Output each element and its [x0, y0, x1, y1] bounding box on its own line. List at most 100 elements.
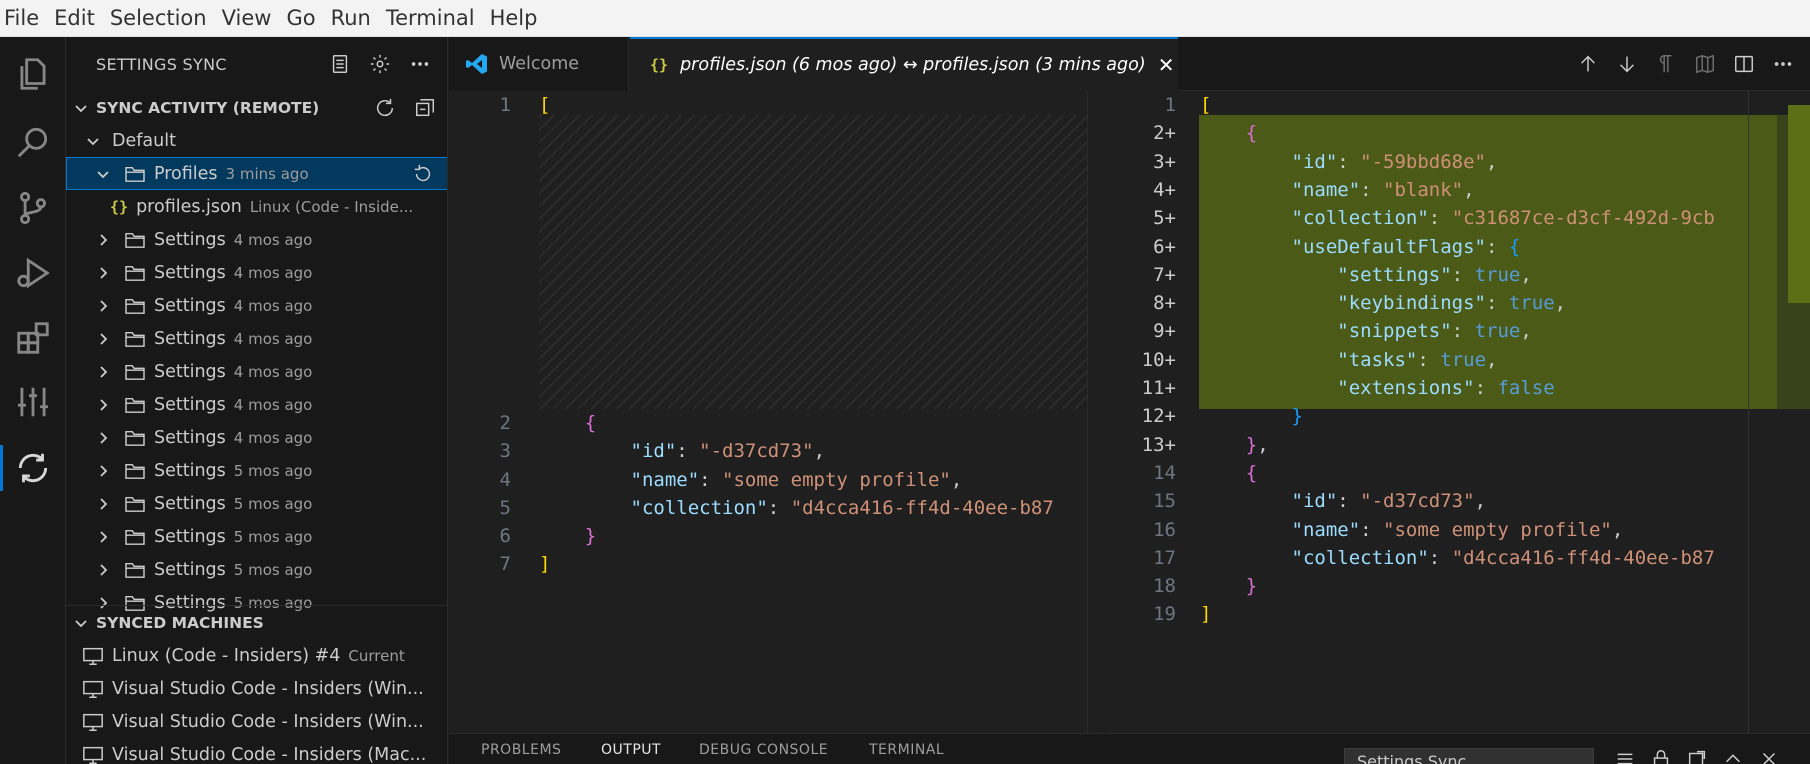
synced-machine-item[interactable]: Visual Studio Code - Insiders (Win...	[66, 672, 447, 705]
output-channel-select[interactable]: Settings Sync	[1344, 748, 1594, 764]
code-token: ,	[1611, 519, 1624, 541]
search-icon[interactable]	[0, 109, 66, 175]
synced-machine-item[interactable]: Visual Studio Code - Insiders (Win...	[66, 705, 447, 738]
folder-icon	[124, 495, 146, 513]
restore-icon[interactable]	[410, 161, 436, 187]
tree-item-time: 4 mos ago	[233, 395, 313, 414]
tree-item-settings[interactable]: Settings 4 mos ago	[66, 223, 447, 256]
source-control-icon[interactable]	[0, 175, 66, 241]
run-debug-icon[interactable]	[0, 240, 66, 306]
diff-original-editor[interactable]: 1 2 3 4 5 6 7 [ { "id": "-d37cd73", "name": "s…	[449, 91, 1089, 733]
tree-item-desc: Linux (Code - Inside...	[249, 197, 414, 216]
synced-machines-section-header[interactable]: SYNCED MACHINES	[66, 606, 447, 639]
code-token: :	[1451, 264, 1475, 286]
code-token: true	[1474, 264, 1521, 286]
close-icon[interactable]: ✕	[1158, 53, 1175, 77]
tree-item-profiles[interactable]: Profiles 3 mins ago	[66, 157, 447, 190]
chevron-up-icon[interactable]	[1720, 746, 1746, 764]
code-token: ,	[1463, 179, 1475, 201]
panel-tab-terminal[interactable]: TERMINAL	[869, 742, 944, 758]
menu-selection[interactable]: Selection	[106, 0, 216, 37]
monitor-icon	[82, 712, 104, 732]
code-token: ,	[1474, 490, 1487, 512]
bottom-panel: PROBLEMS OUTPUT DEBUG CONSOLE TERMINAL S…	[449, 733, 1810, 764]
scrollbar[interactable]	[1087, 91, 1089, 733]
extensions-icon[interactable]	[0, 305, 66, 371]
synced-machine-item[interactable]: Visual Studio Code - Insiders (Mac...	[66, 738, 447, 764]
code-line: ]	[539, 550, 550, 578]
tree-item-settings[interactable]: Settings 4 mos ago	[66, 322, 447, 355]
folder-icon	[124, 429, 146, 447]
machine-label: Visual Studio Code - Insiders (Win...	[112, 678, 424, 699]
line-number: 11+	[1141, 377, 1176, 399]
more-actions-icon[interactable]	[407, 51, 433, 77]
settings-editor-icon[interactable]	[0, 369, 66, 435]
code-line: ]	[1200, 600, 1211, 628]
lock-icon[interactable]	[1648, 746, 1674, 764]
tree-item-settings[interactable]: Settings 4 mos ago	[66, 421, 447, 454]
tree-item-settings[interactable]: Settings 4 mos ago	[66, 289, 447, 322]
tree-item-profiles-json[interactable]: {} profiles.json Linux (Code - Inside...	[66, 190, 447, 223]
menu-run[interactable]: Run	[327, 0, 380, 37]
explorer-icon[interactable]	[0, 41, 66, 107]
json-file-icon: {}	[650, 56, 669, 74]
monitor-icon	[82, 646, 104, 666]
diff-modified-editor[interactable]: 1 2+ 3+ 4+ 5+ 6+ 7+ 8+ 9+ 10+ 11+ 12+ 13+ 14 15 16 17 18 1…	[1108, 91, 1810, 733]
code-token: "collection"	[1291, 207, 1429, 229]
sync-activity-section-header[interactable]: SYNC ACTIVITY (REMOTE)	[66, 91, 447, 124]
folder-icon	[124, 165, 146, 183]
code-token: [	[1200, 94, 1212, 116]
code-token: ,	[1486, 151, 1498, 173]
tab-profiles-diff[interactable]: {} profiles.json (6 mos ago) ↔ profiles.…	[630, 37, 1178, 91]
inline-view-icon[interactable]	[1692, 51, 1718, 77]
menu-file[interactable]: File	[0, 0, 48, 37]
show-whitespace-icon[interactable]	[1653, 51, 1679, 77]
next-change-icon[interactable]	[1614, 51, 1640, 77]
collapse-all-icon[interactable]	[412, 95, 438, 121]
tree-item-settings[interactable]: Settings 5 mos ago	[66, 520, 447, 553]
tree-item-time: 4 mos ago	[233, 296, 313, 315]
open-editor-icon[interactable]	[1684, 746, 1710, 764]
show-log-icon[interactable]	[327, 51, 353, 77]
split-editor-icon[interactable]	[1731, 51, 1757, 77]
panel-tab-output[interactable]: OUTPUT	[601, 742, 661, 758]
tree-item-settings[interactable]: Settings 4 mos ago	[66, 256, 447, 289]
scrollbar[interactable]	[1748, 91, 1778, 733]
tree-item-settings[interactable]: Settings 4 mos ago	[66, 355, 447, 388]
more-actions-icon[interactable]	[1770, 51, 1796, 77]
folder-icon	[124, 330, 146, 348]
settings-sync-icon[interactable]	[0, 435, 66, 501]
tree-item-label: Settings	[154, 427, 226, 448]
tree-item-settings[interactable]: Settings 5 mos ago	[66, 487, 447, 520]
tree-item-time: 4 mos ago	[233, 230, 313, 249]
tree-item-settings[interactable]: Settings 5 mos ago	[66, 454, 447, 487]
menu-terminal[interactable]: Terminal	[382, 0, 484, 37]
previous-change-icon[interactable]	[1575, 51, 1601, 77]
menu-view[interactable]: View	[218, 0, 281, 37]
tree-item-time: 5 mos ago	[233, 560, 313, 579]
panel-tab-problems[interactable]: PROBLEMS	[481, 742, 561, 758]
synced-machine-item[interactable]: Linux (Code - Insiders) #4 Current	[66, 639, 447, 672]
close-panel-icon[interactable]	[1756, 746, 1782, 764]
tree-item-settings[interactable]: Settings 5 mos ago	[66, 553, 447, 586]
panel-tab-debug-console[interactable]: DEBUG CONSOLE	[699, 742, 828, 758]
tree-item-default[interactable]: Default	[66, 124, 447, 157]
tree-item-label: Settings	[154, 526, 226, 547]
list-icon[interactable]	[1612, 746, 1638, 764]
gear-icon[interactable]	[367, 51, 393, 77]
refresh-icon[interactable]	[372, 95, 398, 121]
folder-icon	[124, 231, 146, 249]
menu-help[interactable]: Help	[486, 0, 547, 37]
menu-go[interactable]: Go	[282, 0, 324, 37]
menu-edit[interactable]: Edit	[50, 0, 104, 37]
code-token: "name"	[1291, 179, 1361, 201]
code-token: :	[1486, 292, 1509, 314]
tree-item-settings[interactable]: Settings 4 mos ago	[66, 388, 447, 421]
tab-welcome[interactable]: Welcome	[449, 37, 629, 91]
